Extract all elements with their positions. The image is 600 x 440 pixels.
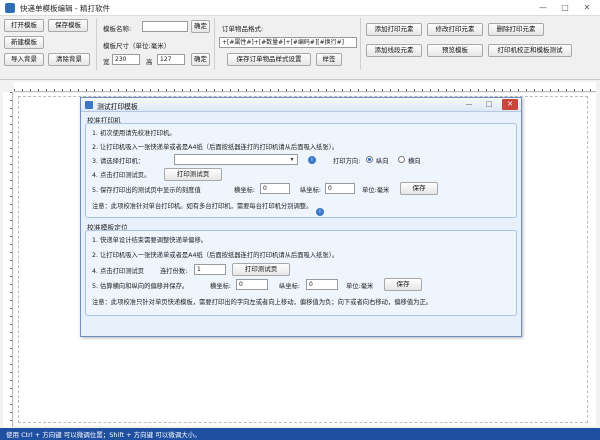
- confirm-name-button[interactable]: 确定: [191, 20, 210, 33]
- x-offset-label: 横坐标:: [210, 283, 232, 290]
- save-calibration-button[interactable]: 保存: [400, 182, 438, 195]
- dialog-title-bar: 测试打印模板 — □ ✕: [81, 98, 521, 112]
- print-test-page-button[interactable]: 打印测试页: [232, 263, 290, 276]
- sample-button[interactable]: 样签: [316, 53, 342, 66]
- dialog-title: 测试打印模板: [97, 103, 138, 111]
- window-title: 快递单模板编辑 - 精打软件: [20, 4, 110, 13]
- new-template-button[interactable]: 新建模板: [4, 36, 44, 49]
- close-button[interactable]: ✕: [576, 0, 598, 15]
- step-1-text: 1. 快递单设计结束需要调整快递单偏移。: [92, 237, 208, 244]
- landscape-label: 横向: [408, 158, 421, 165]
- printer-icon: [85, 101, 93, 109]
- step-5-text: 5. 保存打印出的测试页中显示的刻度值: [92, 187, 201, 194]
- separator: [360, 18, 361, 70]
- template-name-label: 模板名称:: [103, 25, 132, 33]
- save-order-format-button[interactable]: 保存订单物品样式设置: [227, 53, 311, 66]
- toolbar: 打开模板 保存模板 新建模板 导入背景 清除背景 模板名称: 确定 模板尺寸（单…: [0, 16, 600, 80]
- dialog-maximize-button[interactable]: □: [481, 99, 497, 110]
- step-4-text: 4. 点击打印测试页。: [92, 172, 151, 179]
- preview-template-button[interactable]: 预览模板: [427, 44, 483, 57]
- step-4-text: 4. 点击打印测试页: [92, 268, 145, 275]
- portrait-radio[interactable]: [366, 156, 373, 163]
- calibrate-template-group: 1. 快递单设计结束需要调整快递单偏移。 2. 让打印机吸入一张快递单或者是A4…: [85, 230, 517, 316]
- template-name-input[interactable]: [142, 21, 188, 32]
- separator: [96, 18, 97, 70]
- horizontal-ruler: [14, 82, 596, 92]
- height-input[interactable]: 127: [157, 54, 185, 65]
- modify-print-element-button[interactable]: 修改打印元素: [427, 23, 483, 36]
- info-icon: i: [308, 156, 316, 164]
- printer-select[interactable]: ▾: [174, 154, 298, 165]
- print-test-page-button[interactable]: 打印测试页: [164, 168, 222, 181]
- portrait-label: 纵向: [376, 158, 389, 165]
- copies-label: 连打份数:: [160, 268, 188, 275]
- clear-background-button[interactable]: 清除背景: [48, 53, 90, 66]
- width-input[interactable]: 230: [112, 54, 140, 65]
- status-text: 使用 Ctrl + 方向键 可以微调位置；Shift + 方向键 可以微调大小。: [6, 431, 201, 439]
- maximize-button[interactable]: □: [554, 0, 576, 15]
- y-coordinate-label: 纵坐标:: [300, 187, 322, 194]
- title-bar: 快递单模板编辑 - 精打软件 — □ ✕: [0, 0, 600, 16]
- order-format-input[interactable]: +[#属性#]+[#数量#]+[#编码#][#换行#]: [219, 37, 357, 48]
- x-offset-input[interactable]: 0: [236, 279, 268, 290]
- step-2-text: 2. 让打印机吸入一张快递单或者是A4纸（后面按纸器连打的打印机请从后面吸入纸张…: [92, 252, 339, 259]
- vertical-ruler: [3, 92, 13, 427]
- step-3-text: 3. 请选择打印机：: [92, 158, 145, 165]
- landscape-radio[interactable]: [398, 156, 405, 163]
- step-5-text: 5. 估算横向和纵向的偏移并保存。: [92, 283, 189, 290]
- direction-label: 打印方向:: [333, 158, 361, 165]
- test-print-dialog: 测试打印模板 — □ ✕ 校准打印机 1. 初次使用请先校准打印机。 2. 让打…: [80, 97, 522, 337]
- order-format-label: 订单物品格式:: [222, 25, 264, 33]
- open-template-button[interactable]: 打开模板: [4, 19, 44, 32]
- x-coordinate-label: 横坐标:: [234, 187, 256, 194]
- info-icon: i: [316, 208, 324, 216]
- import-background-button[interactable]: 导入背景: [4, 53, 44, 66]
- y-coordinate-input[interactable]: 0: [325, 183, 355, 194]
- template-size-label: 模板尺寸（单位:毫米）: [103, 42, 171, 50]
- copies-input[interactable]: 1: [194, 264, 226, 275]
- calibration-note: 注意：此项校准针对单台打印机。如有多台打印机，需要每台打印机分别调整。: [92, 203, 313, 210]
- x-coordinate-input[interactable]: 0: [260, 183, 290, 194]
- delete-print-element-button[interactable]: 删除打印元素: [488, 23, 544, 36]
- separator: [214, 18, 215, 70]
- status-bar: 使用 Ctrl + 方向键 可以微调位置；Shift + 方向键 可以微调大小。: [0, 428, 600, 440]
- chevron-down-icon: ▾: [290, 156, 294, 163]
- printer-calibration-button[interactable]: 打印机校正和模板测试: [488, 44, 572, 57]
- unit-label: 单位:毫米: [346, 283, 374, 290]
- minimize-button[interactable]: —: [532, 0, 554, 15]
- save-template-button[interactable]: 保存模板: [48, 19, 88, 32]
- dialog-minimize-button[interactable]: —: [461, 99, 477, 110]
- add-print-element-button[interactable]: 添加打印元素: [366, 23, 422, 36]
- step-2-text: 2. 让打印机吸入一张快递单或者是A4纸（后面按纸器连打的打印机请从后面吸入纸张…: [92, 144, 339, 151]
- height-label: 高: [146, 58, 153, 66]
- save-offset-button[interactable]: 保存: [384, 278, 422, 291]
- dialog-close-button[interactable]: ✕: [502, 99, 518, 110]
- confirm-size-button[interactable]: 确定: [191, 53, 210, 66]
- calibrate-printer-group: 1. 初次使用请先校准打印机。 2. 让打印机吸入一张快递单或者是A4纸（后面按…: [85, 123, 517, 218]
- add-line-element-button[interactable]: 添加线段元素: [366, 44, 422, 57]
- y-offset-input[interactable]: 0: [306, 279, 338, 290]
- width-label: 宽: [103, 58, 110, 66]
- app-icon: [5, 3, 15, 13]
- y-offset-label: 纵坐标:: [279, 283, 301, 290]
- offset-note: 注意：此项校准只针对单页快递模板，需要打印出的字向左或者向上移动，偏移值为负；向…: [92, 299, 433, 306]
- step-1-text: 1. 初次使用请先校准打印机。: [92, 130, 176, 137]
- unit-label: 单位:毫米: [362, 187, 390, 194]
